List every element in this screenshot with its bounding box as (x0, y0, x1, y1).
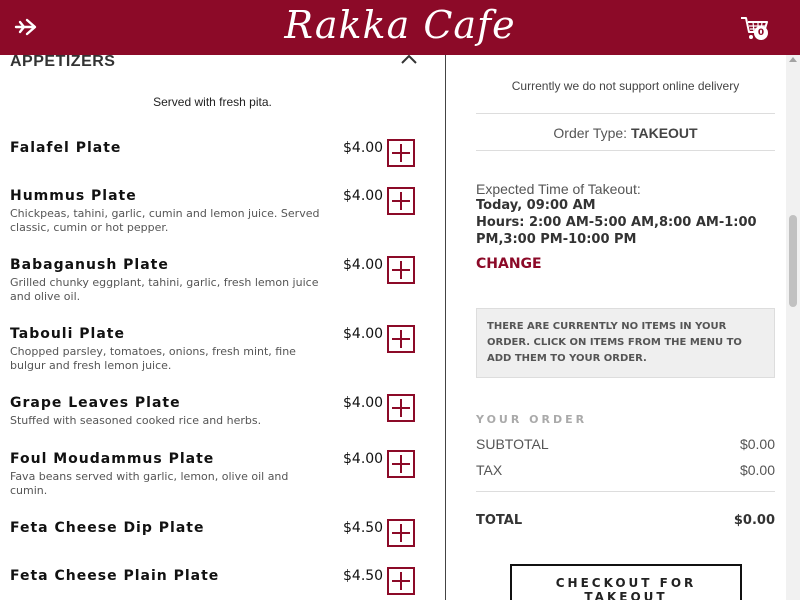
section-title: APPETIZERS (10, 55, 116, 70)
scroll-up-arrow-icon[interactable] (789, 57, 797, 62)
menu-list: APPETIZERS Served with fresh pita. Falaf… (0, 55, 445, 600)
menu-item[interactable]: Tabouli Plate Chopped parsley, tomatoes,… (10, 325, 420, 373)
subtotal-value: $0.00 (739, 436, 775, 452)
add-item-button[interactable] (387, 450, 415, 478)
section-note: Served with fresh pita. (153, 95, 272, 109)
add-item-button[interactable] (387, 187, 415, 215)
order-type: Order Type: TAKEOUT (476, 125, 775, 141)
section-header-appetizers[interactable]: APPETIZERS (10, 55, 420, 83)
plus-icon (392, 455, 410, 473)
delivery-note: Currently we do not support online deliv… (511, 79, 740, 93)
item-description: Fava beans served with garlic, lemon, ol… (10, 470, 289, 497)
order-panel: Currently we do not support online deliv… (446, 55, 800, 600)
add-item-button[interactable] (387, 394, 415, 422)
menu-item[interactable]: Grape Leaves Plate Stuffed with seasoned… (10, 394, 420, 428)
tax-row: TAX $0.00 (476, 462, 775, 478)
item-price: $4.00 (343, 326, 384, 342)
item-price: $4.50 (343, 568, 384, 584)
top-bar: Rakka Cafe (0, 0, 800, 55)
plus-icon (392, 572, 410, 590)
scrollbar-thumb[interactable] (789, 215, 797, 307)
item-description: Chickpeas, tahini, garlic, cumin and lem… (10, 207, 320, 234)
plus-icon (392, 330, 410, 348)
total-label: TOTAL (476, 513, 523, 528)
item-price: $4.50 (343, 520, 384, 536)
item-price: $4.00 (343, 140, 384, 156)
menu-item[interactable]: Hummus Plate Chickpeas, tahini, garlic, … (10, 187, 420, 235)
tax-value: $0.00 (739, 462, 775, 478)
menu-item[interactable]: Feta Cheese Dip Plate $4.50 (10, 519, 420, 547)
item-description: Grilled chunky eggplant, tahini, garlic,… (10, 276, 319, 303)
plus-icon (392, 192, 410, 210)
takeout-time: Expected Time of Takeout: Today, 09:00 A… (476, 181, 775, 248)
divider-line (476, 491, 775, 492)
expected-time-value: Today, 09:00 AM (476, 198, 596, 213)
total-value: $0.00 (733, 513, 775, 528)
item-price: $4.00 (343, 188, 384, 204)
divider-line (476, 113, 775, 114)
menu-item[interactable]: Falafel Plate $4.00 (10, 139, 420, 167)
add-item-button[interactable] (387, 139, 415, 167)
business-hours: Hours: 2:00 AM-5:00 AM,8:00 AM-1:00 PM,3… (476, 215, 757, 247)
your-order-heading: YOUR ORDER (476, 413, 588, 426)
item-description: Chopped parsley, tomatoes, onions, fresh… (10, 345, 296, 372)
plus-icon (392, 144, 410, 162)
menu-item[interactable]: Babaganush Plate Grilled chunky eggplant… (10, 256, 420, 304)
item-price: $4.00 (343, 257, 384, 273)
subtotal-label: SUBTOTAL (476, 436, 549, 452)
subtotal-row: SUBTOTAL $0.00 (476, 436, 775, 452)
brand-logo[interactable]: Rakka Cafe (0, 3, 800, 47)
plus-icon (392, 399, 410, 417)
menu-item[interactable]: Feta Cheese Plain Plate $4.50 (10, 567, 420, 595)
order-type-label: Order Type: (553, 125, 628, 141)
change-time-link[interactable]: CHANGE (476, 256, 542, 272)
add-item-button[interactable] (387, 325, 415, 353)
total-row: TOTAL $0.00 (476, 513, 775, 528)
chevron-up-icon[interactable] (400, 55, 418, 65)
expected-time-label: Expected Time of Takeout: (476, 181, 641, 197)
item-description: Stuffed with seasoned cooked rice and he… (10, 414, 262, 427)
tax-label: TAX (476, 462, 503, 478)
item-price: $4.00 (343, 451, 384, 467)
add-item-button[interactable] (387, 519, 415, 547)
cart-count-badge: 0 (754, 26, 768, 40)
scrollbar[interactable] (786, 55, 800, 600)
item-price: $4.00 (343, 395, 384, 411)
order-type-value: TAKEOUT (630, 125, 698, 141)
add-item-button[interactable] (387, 256, 415, 284)
add-item-button[interactable] (387, 567, 415, 595)
plus-icon (392, 524, 410, 542)
divider-line (476, 150, 775, 151)
plus-icon (392, 261, 410, 279)
empty-order-message: THERE ARE CURRENTLY NO ITEMS IN YOUR ORD… (476, 308, 775, 378)
checkout-button[interactable]: CHECKOUT FOR TAKEOUT (510, 564, 742, 600)
menu-item[interactable]: Foul Moudammus Plate Fava beans served w… (10, 450, 420, 498)
